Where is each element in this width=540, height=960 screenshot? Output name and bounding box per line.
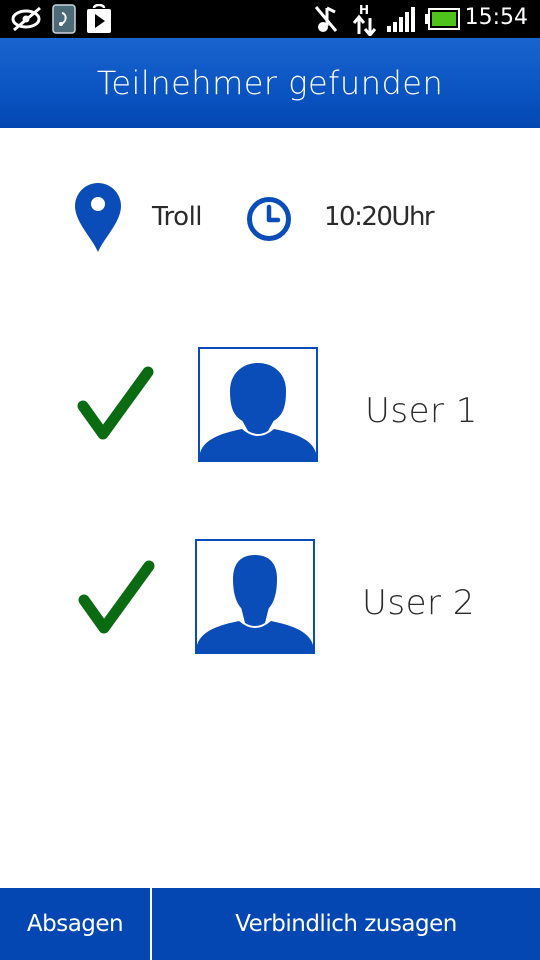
clock-icon [246,196,292,246]
time-text: 10:20Uhr [324,202,435,232]
participant-name: User 2 [362,583,475,623]
confirm-button[interactable]: Verbindlich zusagen [152,888,540,960]
page-title: Teilnehmer gefunden [96,64,444,102]
map-pin-icon [74,182,122,258]
signal-icon [386,6,418,36]
status-bar: H 15:54 [0,0,540,38]
nfc-icon [52,4,76,38]
user-silhouette-icon [200,363,316,460]
participant-name: User 1 [365,391,478,431]
checkmark-icon [77,560,157,642]
location-text: Troll [152,202,203,232]
user-silhouette-icon [197,555,313,652]
cancel-button[interactable]: Absagen [0,888,150,960]
title-bar: Teilnehmer gefunden [0,38,540,128]
battery-icon [424,8,460,34]
data-h-arrows-icon: H [352,2,378,40]
checkmark-icon [76,366,156,448]
play-store-icon [86,3,112,38]
mute-icon [313,4,339,38]
action-bar: Absagen Verbindlich zusagen [0,888,540,960]
avatar [195,539,315,654]
eye-slash-icon [10,6,44,36]
avatar [198,347,318,462]
svg-text:H: H [359,3,369,17]
status-time: 15:54 [464,5,528,30]
